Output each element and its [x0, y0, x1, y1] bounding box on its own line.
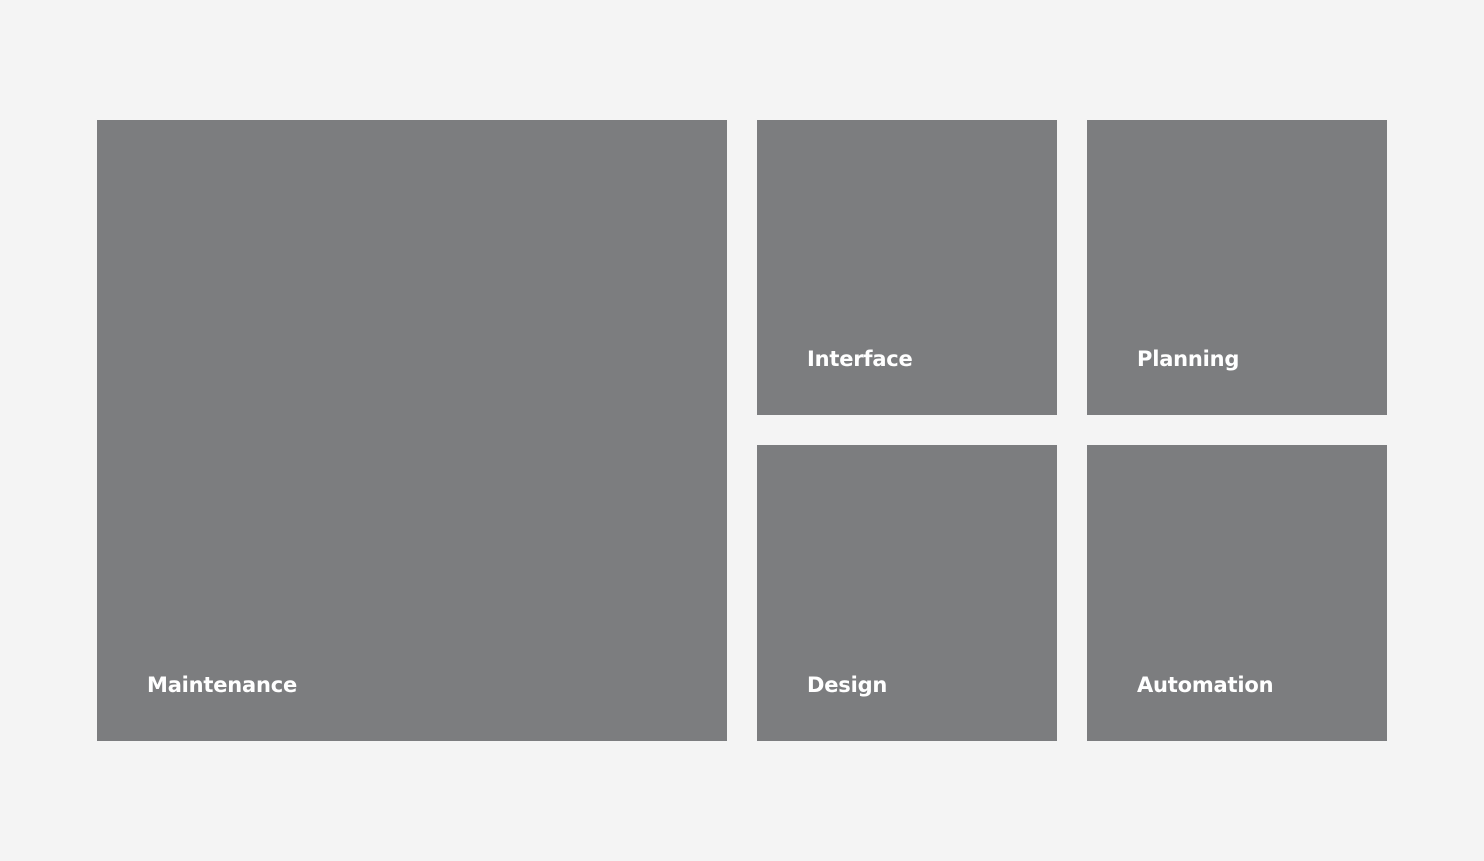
category-tile-grid: Maintenance Interface Planning Design Au…: [97, 120, 1387, 741]
tile-label-interface: Interface: [807, 347, 913, 371]
tile-maintenance[interactable]: Maintenance: [97, 120, 727, 741]
tile-design[interactable]: Design: [757, 445, 1057, 741]
tile-label-maintenance: Maintenance: [147, 673, 298, 697]
tile-interface[interactable]: Interface: [757, 120, 1057, 415]
tile-planning[interactable]: Planning: [1087, 120, 1387, 415]
tile-label-design: Design: [807, 673, 888, 697]
tile-automation[interactable]: Automation: [1087, 445, 1387, 741]
tile-label-automation: Automation: [1137, 673, 1274, 697]
tile-label-planning: Planning: [1137, 347, 1240, 371]
